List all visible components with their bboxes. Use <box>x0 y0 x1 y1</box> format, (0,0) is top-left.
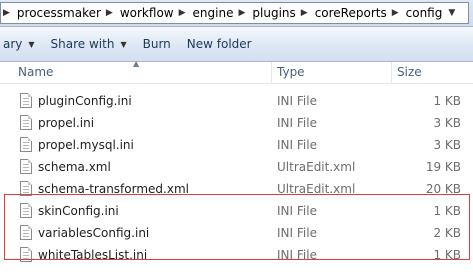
chevron-down-icon[interactable]: ▼ <box>445 8 458 18</box>
chevron-right-icon[interactable]: ▶ <box>236 8 249 18</box>
chevron-down-icon: ▼ <box>28 39 35 49</box>
file-row[interactable]: variablesConfig.ini INI File 2 KB <box>0 222 473 244</box>
share-with-label: Share with <box>50 37 115 51</box>
file-name: variablesConfig.ini <box>38 226 150 240</box>
file-list: pluginConfig.ini INI File 1 KB propel.in… <box>0 90 473 266</box>
document-icon <box>20 115 32 130</box>
file-size: 20 KB <box>425 182 461 196</box>
file-row[interactable]: propel.mysql.ini INI File 3 KB <box>0 134 473 156</box>
file-name: schema.xml <box>38 160 111 174</box>
breadcrumb-item-corereports[interactable]: coreReports <box>312 6 390 20</box>
file-size: 3 KB <box>433 138 461 152</box>
breadcrumb-item-processmaker[interactable]: processmaker <box>14 6 104 20</box>
file-type: INI File <box>277 248 317 262</box>
file-type: INI File <box>277 226 317 240</box>
file-size: 1 KB <box>433 204 461 218</box>
file-row[interactable]: schema.xml UltraEdit.xml 19 KB <box>0 156 473 178</box>
column-divider[interactable] <box>391 62 392 83</box>
breadcrumb[interactable]: ▶ processmaker ▶ workflow ▶ engine ▶ plu… <box>0 2 469 24</box>
chevron-right-icon[interactable]: ▶ <box>390 8 403 18</box>
chevron-right-icon[interactable]: ▶ <box>104 8 117 18</box>
column-header-size[interactable]: Size <box>397 62 422 83</box>
document-icon <box>20 93 32 108</box>
burn-button[interactable]: Burn <box>135 32 179 56</box>
new-folder-button[interactable]: New folder <box>179 32 260 56</box>
file-type: INI File <box>277 138 317 152</box>
document-icon <box>20 159 32 174</box>
address-bar: ▶ processmaker ▶ workflow ▶ engine ▶ plu… <box>0 0 473 27</box>
chevron-right-icon[interactable]: ▶ <box>1 8 14 18</box>
document-icon <box>20 203 32 218</box>
breadcrumb-item-config[interactable]: config <box>403 6 446 20</box>
file-name: pluginConfig.ini <box>38 94 132 108</box>
chevron-down-icon: ▼ <box>120 39 127 49</box>
chevron-right-icon[interactable]: ▶ <box>299 8 312 18</box>
file-type: INI File <box>277 204 317 218</box>
include-in-library-button[interactable]: ary ▼ <box>0 32 43 56</box>
file-size: 1 KB <box>433 94 461 108</box>
sort-ascending-icon: ▲ <box>133 59 140 68</box>
new-folder-label: New folder <box>186 37 252 51</box>
toolbar: ary ▼ Share with ▼ Burn New folder <box>0 27 473 62</box>
document-icon <box>20 137 32 152</box>
file-type: INI File <box>277 94 317 108</box>
file-row[interactable]: propel.ini INI File 3 KB <box>0 112 473 134</box>
breadcrumb-item-plugins[interactable]: plugins <box>249 6 298 20</box>
file-row[interactable]: skinConfig.ini INI File 1 KB <box>0 200 473 222</box>
chevron-right-icon[interactable]: ▶ <box>177 8 190 18</box>
file-name: propel.ini <box>38 116 95 130</box>
share-with-button[interactable]: Share with ▼ <box>43 32 135 56</box>
file-name: schema-transformed.xml <box>38 182 189 196</box>
burn-label: Burn <box>142 37 171 51</box>
column-header-type[interactable]: Type <box>277 62 305 83</box>
file-size: 1 KB <box>433 248 461 262</box>
document-icon <box>20 181 32 196</box>
file-name: whiteTablesList.ini <box>38 248 148 262</box>
breadcrumb-item-engine[interactable]: engine <box>190 6 237 20</box>
file-row[interactable]: pluginConfig.ini INI File 1 KB <box>0 90 473 112</box>
file-size: 3 KB <box>433 116 461 130</box>
file-size: 19 KB <box>425 160 461 174</box>
breadcrumb-item-workflow[interactable]: workflow <box>117 6 177 20</box>
file-name: propel.mysql.ini <box>38 138 134 152</box>
library-button-label: ary <box>3 37 23 51</box>
file-row[interactable]: schema-transformed.xml UltraEdit.xml 20 … <box>0 178 473 200</box>
file-row[interactable]: whiteTablesList.ini INI File 1 KB <box>0 244 473 266</box>
document-icon <box>20 225 32 240</box>
file-type: UltraEdit.xml <box>277 182 356 196</box>
document-icon <box>20 247 32 262</box>
column-headers: ▲ Name Type Size <box>0 59 473 84</box>
column-divider[interactable] <box>271 62 272 83</box>
file-type: UltraEdit.xml <box>277 160 356 174</box>
file-type: INI File <box>277 116 317 130</box>
file-size: 2 KB <box>433 226 461 240</box>
column-header-name[interactable]: Name <box>18 62 53 83</box>
file-name: skinConfig.ini <box>38 204 119 218</box>
